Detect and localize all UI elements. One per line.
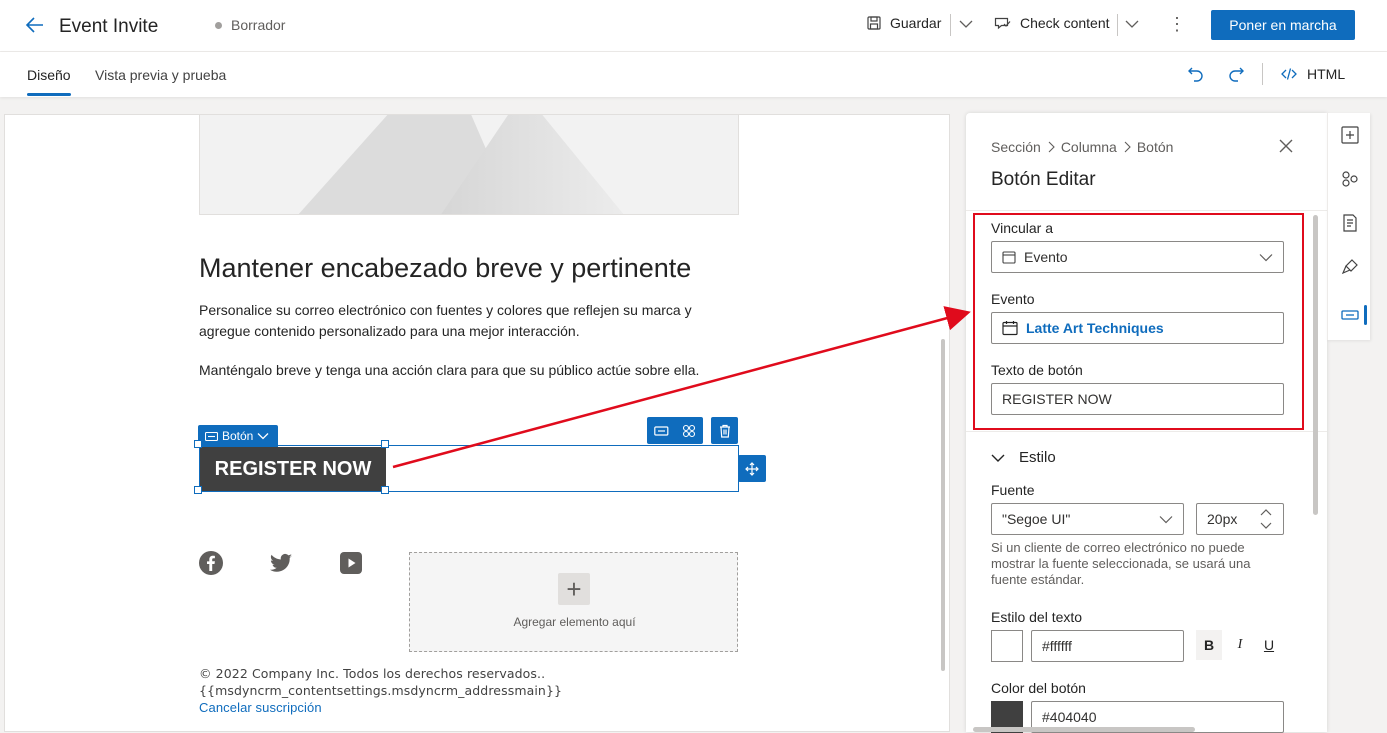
button-color-value: #404040 xyxy=(1042,709,1097,725)
divider xyxy=(950,14,951,36)
active-rail-indicator xyxy=(1364,305,1367,325)
text-color-swatch[interactable] xyxy=(991,630,1023,662)
active-tab-indicator xyxy=(27,93,71,96)
check-content-button[interactable]: Check content xyxy=(994,15,1110,31)
trash-icon xyxy=(719,424,730,438)
check-content-label: Check content xyxy=(1020,15,1110,31)
breadcrumb-item[interactable]: Columna xyxy=(1061,139,1117,155)
status-badge: Borrador xyxy=(231,17,286,33)
body-text-line[interactable]: Personalice su correo electrónico con fu… xyxy=(199,300,719,321)
email-canvas: Mantener encabezado breve y pertinente P… xyxy=(4,114,950,732)
save-dropdown-chevron-icon[interactable] xyxy=(956,14,976,34)
bold-button[interactable]: B xyxy=(1196,630,1222,660)
resize-handle[interactable] xyxy=(194,486,202,494)
register-now-button[interactable]: REGISTER NOW xyxy=(200,447,386,491)
email-headline[interactable]: Mantener encabezado breve y pertinente xyxy=(199,253,691,284)
undo-icon[interactable] xyxy=(1186,64,1206,84)
button-properties-icon[interactable] xyxy=(653,425,669,437)
right-toolbox-rail xyxy=(1327,113,1370,340)
personalization-icon[interactable] xyxy=(1340,169,1360,189)
style-section-label: Estilo xyxy=(1019,449,1056,466)
underline-button[interactable]: U xyxy=(1256,630,1282,660)
text-style-label: Estilo del texto xyxy=(991,609,1083,625)
page-title: Event Invite xyxy=(59,16,159,37)
status-dot xyxy=(215,22,222,29)
html-label: HTML xyxy=(1307,66,1346,82)
footer-copyright: © 2022 Company Inc. Todos los derechos r… xyxy=(199,666,546,681)
stepper-arrows-icon[interactable] xyxy=(1259,506,1273,532)
close-icon[interactable] xyxy=(1277,137,1295,155)
add-element-icon[interactable] xyxy=(1340,125,1360,145)
chevron-right-icon xyxy=(1124,141,1131,153)
redo-icon[interactable] xyxy=(1226,64,1246,84)
resize-handle[interactable] xyxy=(381,486,389,494)
check-dropdown-chevron-icon[interactable] xyxy=(1122,14,1142,34)
chevron-right-icon xyxy=(1048,141,1055,153)
horizontal-scrollbar[interactable] xyxy=(973,727,1195,732)
plus-icon: + xyxy=(558,573,590,605)
body-text[interactable]: Manténgalo breve y tenga una acción clar… xyxy=(199,360,719,381)
content-library-icon[interactable] xyxy=(1340,213,1360,233)
add-element-dropzone[interactable]: + Agregar elemento aquí xyxy=(409,552,738,652)
canvas-scrollbar[interactable] xyxy=(941,339,945,671)
element-toolbar xyxy=(647,417,703,444)
footer-address: {{msdyncrm_contentsettings.msdyncrm_addr… xyxy=(199,683,563,698)
panel-title: Botón Editar xyxy=(991,169,1096,190)
font-family-value: "Segoe UI" xyxy=(1002,511,1071,527)
save-icon xyxy=(867,16,881,30)
check-content-icon xyxy=(994,17,1011,30)
body-text-line[interactable]: agregue contenido personalizado para una… xyxy=(199,321,719,342)
move-handle-icon[interactable] xyxy=(738,455,766,482)
unsubscribe-link[interactable]: Cancelar suscripción xyxy=(199,700,322,715)
resize-handle[interactable] xyxy=(194,440,202,448)
top-bar: Event Invite Borrador Guardar Check cont… xyxy=(0,0,1387,52)
html-button[interactable]: HTML xyxy=(1281,66,1345,82)
font-label: Fuente xyxy=(991,482,1035,498)
divider xyxy=(966,210,1327,211)
image-placeholder-icon xyxy=(298,115,624,214)
button-color-label: Color del botón xyxy=(991,680,1086,696)
italic-button[interactable]: I xyxy=(1227,630,1253,660)
dynamic-content-icon[interactable] xyxy=(682,424,696,438)
divider xyxy=(966,431,1327,432)
button-properties-icon[interactable] xyxy=(1340,305,1360,325)
more-options-icon[interactable]: ⋮ xyxy=(1168,14,1186,35)
back-arrow-icon[interactable] xyxy=(24,14,46,36)
chevron-down-icon xyxy=(991,454,1005,462)
styles-brush-icon[interactable] xyxy=(1340,257,1360,277)
font-fallback-hint: Si un cliente de correo electrónico no p… xyxy=(991,540,1251,587)
element-type-chip[interactable]: Botón xyxy=(198,425,278,447)
add-element-label: Agregar elemento aquí xyxy=(513,615,636,629)
breadcrumb: Sección Columna Botón xyxy=(991,139,1173,155)
panel-scrollbar[interactable] xyxy=(1313,215,1318,515)
divider xyxy=(1117,14,1118,36)
hero-image-placeholder[interactable] xyxy=(199,115,739,215)
chevron-down-icon xyxy=(1159,516,1173,524)
breadcrumb-item[interactable]: Botón xyxy=(1137,139,1174,155)
text-color-value: #ffffff xyxy=(1042,638,1072,654)
text-color-input[interactable]: #ffffff xyxy=(1031,630,1184,662)
font-size-value: 20px xyxy=(1207,511,1238,527)
chevron-down-icon xyxy=(257,433,269,440)
font-size-stepper[interactable]: 20px xyxy=(1196,503,1284,535)
save-button[interactable]: Guardar xyxy=(866,15,941,31)
highlight-box xyxy=(973,213,1304,430)
resize-handle[interactable] xyxy=(381,440,389,448)
font-family-dropdown[interactable]: "Segoe UI" xyxy=(991,503,1184,535)
tab-preview-test[interactable]: Vista previa y prueba xyxy=(95,67,226,83)
save-label: Guardar xyxy=(890,15,942,31)
twitter-icon[interactable] xyxy=(269,551,293,575)
code-icon xyxy=(1281,68,1297,80)
facebook-icon[interactable] xyxy=(199,551,223,575)
tab-bar: Diseño Vista previa y prueba HTML xyxy=(0,52,1387,97)
youtube-icon[interactable] xyxy=(339,551,363,575)
style-section-toggle[interactable]: Estilo xyxy=(991,449,1056,466)
tab-design[interactable]: Diseño xyxy=(27,67,71,83)
divider xyxy=(1262,63,1263,85)
go-live-button[interactable]: Poner en marcha xyxy=(1211,10,1355,40)
breadcrumb-item[interactable]: Sección xyxy=(991,139,1041,155)
delete-element-button[interactable] xyxy=(711,417,738,444)
button-element-icon xyxy=(205,431,218,441)
element-type-label: Botón xyxy=(222,429,254,443)
